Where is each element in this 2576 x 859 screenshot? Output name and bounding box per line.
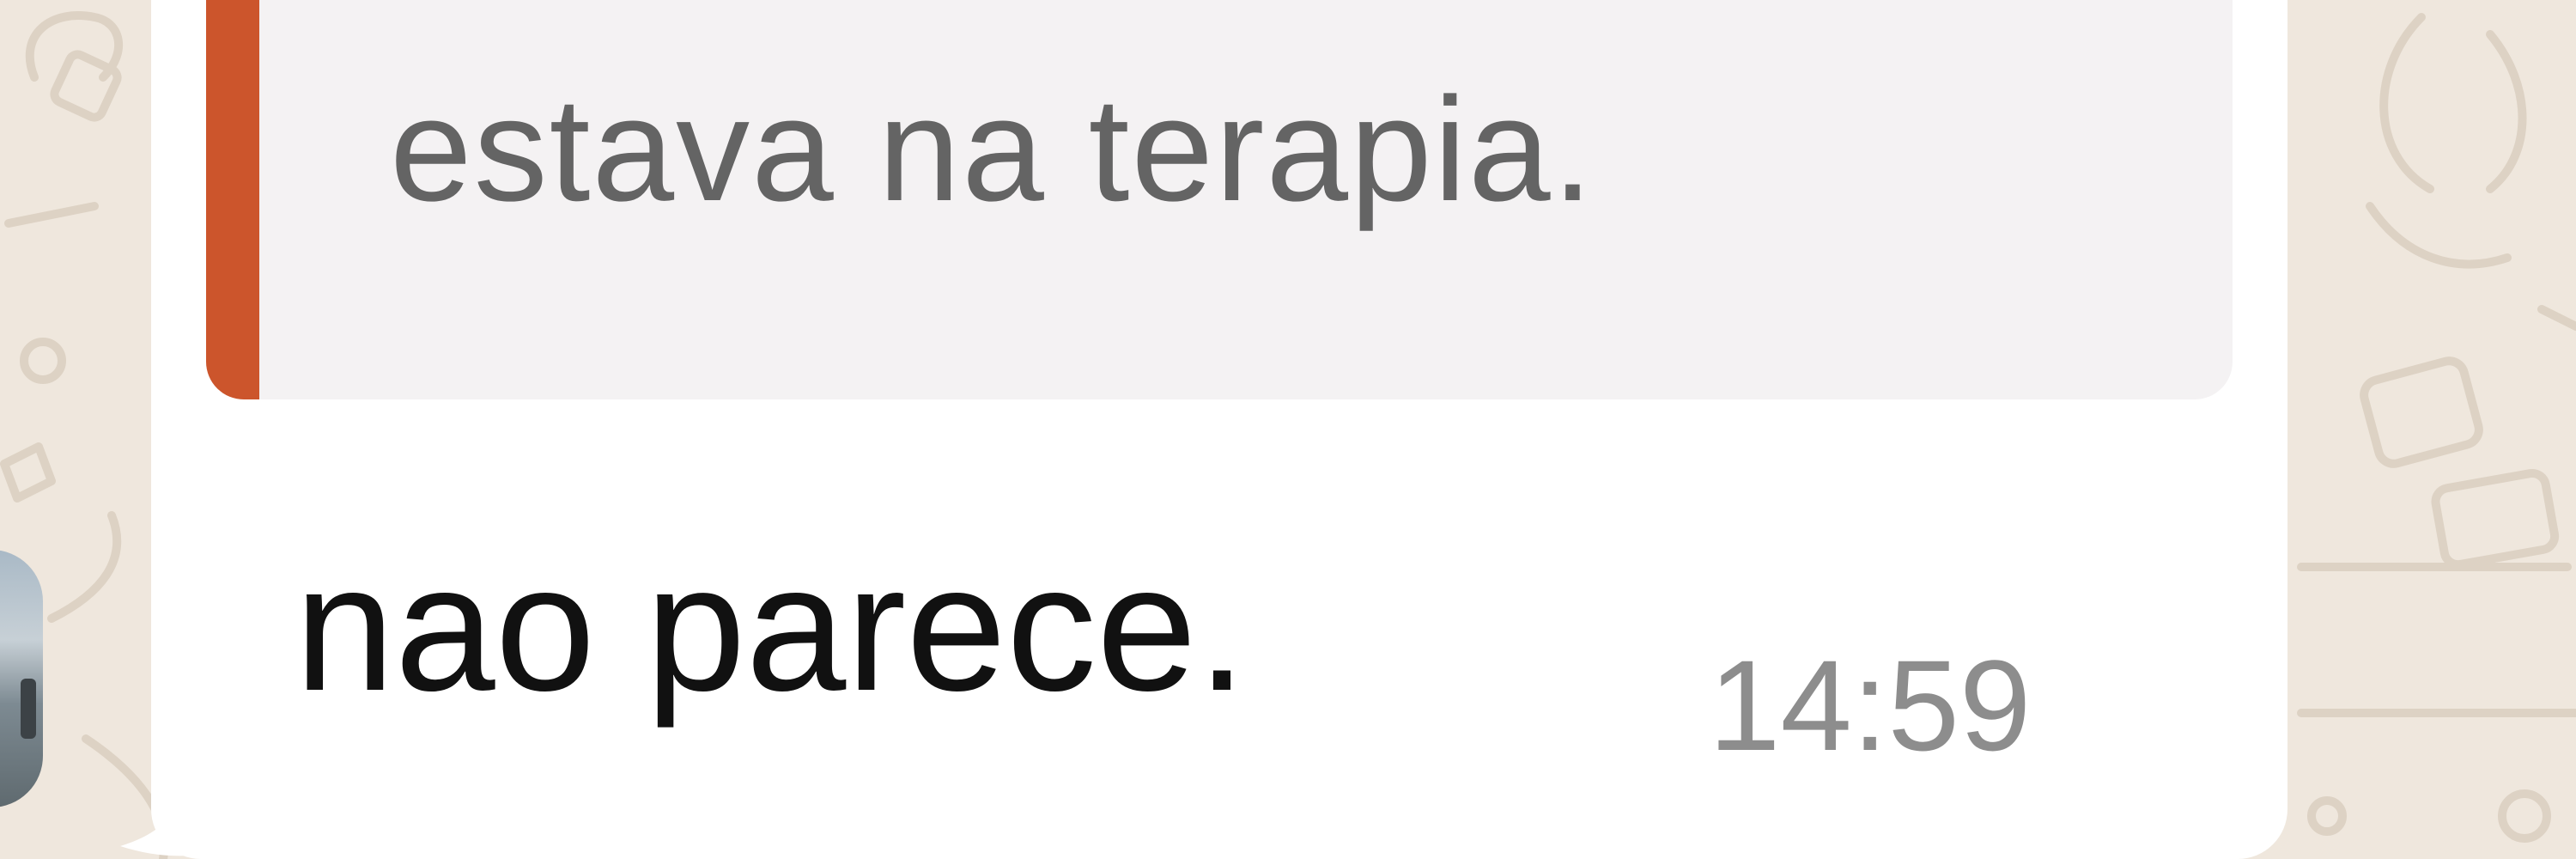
quoted-reply[interactable]: estava na terapia. (206, 0, 2233, 399)
reply-accent-bar (206, 0, 259, 399)
quoted-reply-text: estava na terapia. (390, 67, 1595, 232)
message-timestamp: 14:59 (1709, 633, 2032, 777)
avatar-person-figure (21, 679, 36, 739)
contact-avatar[interactable] (0, 550, 43, 807)
message-text: nao parece. (295, 527, 1248, 728)
